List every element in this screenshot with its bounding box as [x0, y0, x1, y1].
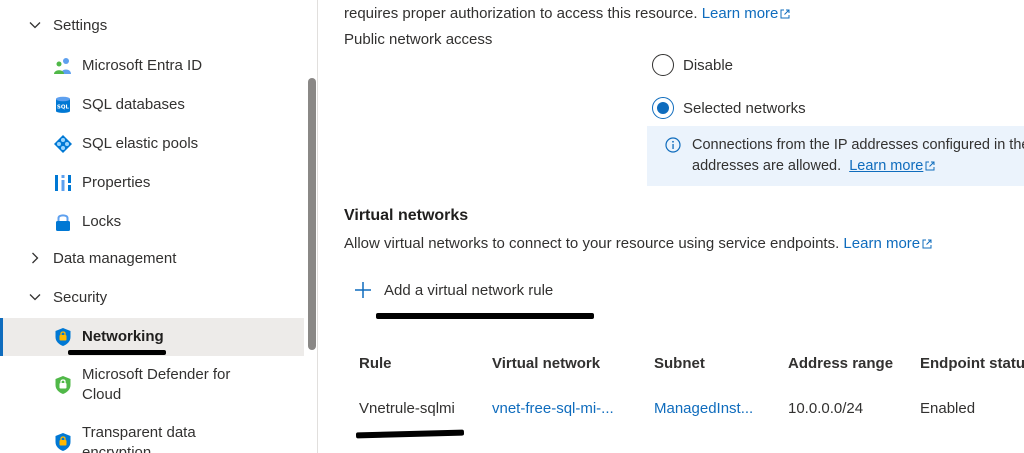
- radio-circle[interactable]: [652, 97, 674, 119]
- sidebar-item-locks[interactable]: Locks: [0, 203, 304, 241]
- properties-icon: [55, 175, 71, 191]
- external-link-icon: [780, 9, 790, 19]
- radio-circle[interactable]: [652, 54, 674, 76]
- auth-description: requires proper authorization to access …: [344, 5, 790, 22]
- tde-shield-icon: [55, 433, 71, 451]
- elastic-pool-icon: [54, 135, 72, 153]
- nav-group-settings[interactable]: Settings: [0, 6, 304, 44]
- info-message-bar: Connections from the IP addresses config…: [647, 126, 1024, 186]
- sidebar-item-entra-id[interactable]: Microsoft Entra ID: [0, 47, 304, 85]
- sidebar-item-label: Properties: [82, 174, 151, 191]
- chevron-down-icon: [29, 294, 41, 301]
- auth-text: requires proper authorization to access …: [344, 5, 698, 22]
- sidebar-item-label-line2: Cloud: [82, 386, 122, 403]
- public-network-access-label: Public network access: [344, 31, 493, 48]
- chevron-down-icon: [29, 22, 41, 29]
- add-virtual-network-rule-button[interactable]: Add a virtual network rule: [354, 281, 553, 299]
- info-icon: [665, 137, 681, 153]
- radio-label: Disable: [683, 56, 734, 74]
- info-learn-more-link[interactable]: Learn more: [849, 158, 935, 174]
- sidebar-item-defender-for-cloud[interactable]: Microsoft Defender for Cloud: [0, 358, 304, 410]
- sidebar-scrollbar-thumb[interactable]: [308, 78, 316, 350]
- radio-selected-networks[interactable]: Selected networks: [652, 97, 806, 119]
- sidebar-item-sql-databases[interactable]: SQL SQL databases: [0, 86, 304, 124]
- nav-group-label: Settings: [53, 16, 108, 34]
- lock-icon: [56, 214, 70, 231]
- networking-shield-icon: [55, 328, 71, 346]
- cell-endpoint-status: Enabled: [920, 400, 976, 417]
- cell-subnet-link[interactable]: ManagedInst...: [654, 400, 753, 417]
- sidebar-item-label-line1: Microsoft Defender for: [82, 366, 231, 383]
- sidebar-item-label-line1: Transparent data: [82, 424, 196, 441]
- add-rule-label: Add a virtual network rule: [384, 281, 554, 299]
- external-link-icon: [922, 239, 932, 249]
- sidebar-item-label: SQL elastic pools: [82, 135, 199, 152]
- cell-virtual-network-link[interactable]: vnet-free-sql-mi-...: [492, 400, 614, 417]
- sidebar-item-sql-elastic-pools[interactable]: SQL elastic pools: [0, 125, 304, 163]
- nav-group-label: Security: [53, 288, 108, 306]
- column-header-address-range[interactable]: Address range: [788, 355, 893, 372]
- sql-database-icon: SQL: [56, 96, 70, 113]
- cell-address-range: 10.0.0.0/24: [788, 400, 864, 417]
- radio-dot: [657, 102, 669, 114]
- sidebar-item-properties[interactable]: Properties: [0, 164, 304, 202]
- redaction-mark: [68, 350, 166, 355]
- networking-content: requires proper authorization to access …: [319, 0, 1024, 453]
- chevron-right-icon: [32, 252, 39, 264]
- svg-text:SQL: SQL: [57, 105, 70, 111]
- sidebar-item-transparent-data-encryption[interactable]: Transparent data encryption: [0, 416, 304, 453]
- nav-group-security[interactable]: Security: [0, 278, 304, 316]
- info-message: Connections from the IP addresses config…: [692, 135, 1024, 177]
- redaction-mark: [376, 313, 594, 319]
- nav-group-data-management[interactable]: Data management: [0, 239, 304, 277]
- cell-rule: Vnetrule-sqlmi: [359, 400, 455, 417]
- vnet-learn-more-link[interactable]: Learn more: [843, 235, 932, 252]
- column-header-subnet[interactable]: Subnet: [654, 355, 705, 372]
- sidebar-item-label: SQL databases: [82, 96, 185, 113]
- column-header-rule[interactable]: Rule: [359, 355, 392, 372]
- info-line2: addresses are allowed. Learn more: [692, 156, 1024, 177]
- defender-shield-icon: [55, 376, 71, 394]
- resource-menu-sidebar: Settings Microsoft Entra ID SQL SQL data…: [0, 0, 318, 453]
- learn-more-link[interactable]: Learn more: [702, 5, 791, 22]
- radio-label: Selected networks: [683, 99, 806, 117]
- virtual-networks-description: Allow virtual networks to connect to you…: [344, 235, 932, 252]
- sidebar-item-label: Microsoft Entra ID: [82, 57, 203, 74]
- column-header-endpoint-status[interactable]: Endpoint status: [920, 355, 1024, 372]
- column-header-virtual-network[interactable]: Virtual network: [492, 355, 600, 372]
- plus-icon: [355, 282, 371, 298]
- external-link-icon: [925, 161, 935, 171]
- virtual-networks-heading: Virtual networks: [344, 207, 469, 224]
- sidebar-item-label-line2: encryption: [82, 444, 152, 453]
- sidebar-item-label: Locks: [82, 213, 122, 230]
- vnet-description-text: Allow virtual networks to connect to you…: [344, 235, 840, 252]
- sidebar-item-label: Networking: [82, 328, 164, 345]
- nav-group-label: Data management: [53, 249, 177, 267]
- entra-id-icon: [54, 58, 71, 74]
- radio-disable[interactable]: Disable: [652, 54, 733, 76]
- info-line1: Connections from the IP addresses config…: [692, 137, 1024, 153]
